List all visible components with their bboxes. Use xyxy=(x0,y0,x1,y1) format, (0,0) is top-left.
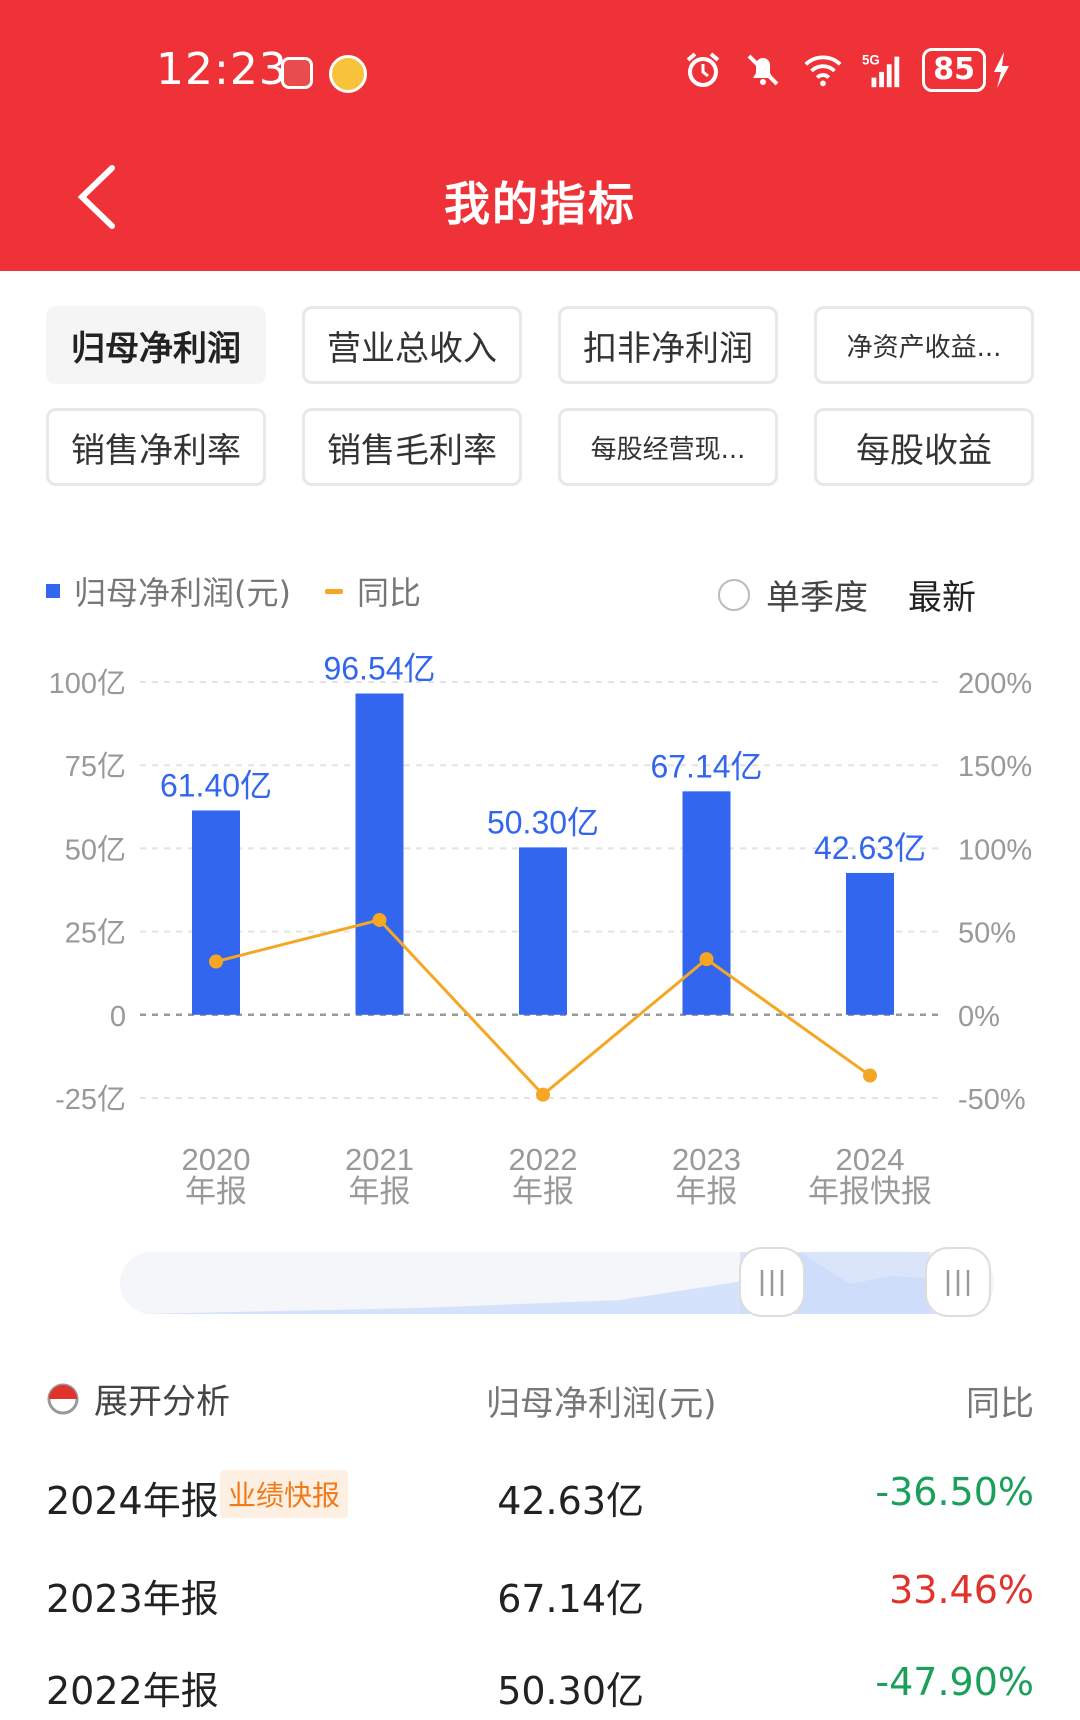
y-right-tick-label: 0% xyxy=(958,1001,1000,1033)
row-value: 67.14亿 xyxy=(497,1577,644,1621)
y-left-tick-label: 0 xyxy=(110,1001,126,1033)
x-tick-label: 年报 xyxy=(512,1174,574,1209)
row-value: 50.30亿 xyxy=(497,1669,644,1713)
x-tick-label: 2023 xyxy=(672,1142,741,1177)
row-year: 2024年报 xyxy=(46,1479,219,1523)
latest-button[interactable]: 最新 xyxy=(908,570,976,619)
y-left-tick-label: -25亿 xyxy=(55,1083,126,1116)
range-slider[interactable] xyxy=(120,1246,994,1318)
row-value: 42.63亿 xyxy=(497,1479,644,1523)
wifi-icon xyxy=(802,49,844,91)
x-tick-label: 2021 xyxy=(345,1142,414,1177)
y-left-tick-label: 25亿 xyxy=(65,917,126,950)
chip-eps[interactable]: 每股收益 xyxy=(814,408,1034,486)
x-tick-label: 2020 xyxy=(182,1142,251,1177)
y-right-tick-label: 50% xyxy=(958,918,1016,950)
chip-gross-margin[interactable]: 销售毛利率 xyxy=(302,408,522,486)
table-row[interactable]: 2024年报 业绩快报 42.63亿 -36.50% xyxy=(46,1470,1034,1530)
bar-value-label: 50.30亿 xyxy=(487,804,599,840)
slider-handle-right[interactable] xyxy=(925,1247,991,1317)
chip-roe[interactable]: 净资产收益... xyxy=(814,306,1034,384)
chip-operating-cashflow-per-share[interactable]: 每股经营现... xyxy=(558,408,778,486)
chart-legend: 归母净利润(元) 同比 xyxy=(46,568,421,614)
signal-5g-icon: 5G xyxy=(862,49,904,91)
net-profit-chart: 100亿 200% 75亿 150% 50亿 100% 25亿 50% 0 0% -25亿 -50% 6… xyxy=(49,651,1033,1209)
row-yoy: -36.50% xyxy=(875,1470,1034,1514)
yoy-point xyxy=(209,954,223,969)
status-time: 12:23 xyxy=(156,44,288,95)
x-tick-label: 年报 xyxy=(349,1174,411,1209)
battery-indicator: 85 xyxy=(922,48,1012,92)
yoy-point xyxy=(536,1087,550,1102)
chip-total-revenue[interactable]: 营业总收入 xyxy=(302,306,522,384)
mute-bell-icon xyxy=(742,49,784,91)
row-yoy: -47.90% xyxy=(875,1660,1034,1704)
single-quarter-label: 单季度 xyxy=(766,578,868,618)
y-right-tick-label: 150% xyxy=(958,751,1032,783)
yoy-point xyxy=(372,912,387,927)
expand-analysis[interactable]: 展开分析 xyxy=(46,1374,230,1423)
y-left-tick-label: 100亿 xyxy=(49,667,126,700)
x-tick-label: 2022 xyxy=(509,1142,578,1177)
x-tick-label: 2024 xyxy=(836,1142,905,1177)
page-title: 我的指标 xyxy=(444,177,636,231)
x-tick-label: 年报 xyxy=(185,1174,247,1209)
column-header-value: 归母净利润(元) xyxy=(486,1384,717,1424)
y-right-tick-label: -50% xyxy=(958,1084,1026,1116)
chip-net-profit-parent[interactable]: 归母净利润 xyxy=(46,306,266,384)
bar-value-label: 67.14亿 xyxy=(650,748,762,784)
slider-handle-left[interactable] xyxy=(739,1247,805,1317)
expand-analysis-label: 展开分析 xyxy=(94,1382,230,1422)
bar-value-label: 61.40亿 xyxy=(160,767,272,803)
legend-bar-label: 归母净利润(元) xyxy=(74,574,291,612)
row-badge: 业绩快报 xyxy=(220,1470,349,1518)
bar xyxy=(192,810,240,1015)
legend-line-swatch xyxy=(324,588,343,594)
charging-icon xyxy=(994,52,1009,88)
bar xyxy=(846,872,894,1015)
x-tick-label: 年报快报 xyxy=(808,1174,932,1209)
y-left-tick-label: 75亿 xyxy=(65,750,126,783)
chip-deducted-net-profit[interactable]: 扣非净利润 xyxy=(558,306,778,384)
bar xyxy=(519,847,567,1015)
yoy-point xyxy=(863,1068,877,1083)
pie-chart-icon xyxy=(47,1383,79,1414)
single-quarter-toggle[interactable]: 单季度 xyxy=(718,570,868,619)
y-left-tick-label: 50亿 xyxy=(65,833,126,866)
table-row[interactable]: 2023年报 67.14亿 33.46% xyxy=(46,1568,1034,1628)
bar-value-label: 42.63亿 xyxy=(814,830,926,866)
legend-line-label: 同比 xyxy=(356,574,421,612)
alarm-icon xyxy=(682,49,724,91)
bar-value-label: 96.54亿 xyxy=(323,651,435,687)
bar xyxy=(682,791,731,1015)
notification-app-icon xyxy=(281,57,313,89)
yoy-point xyxy=(699,952,714,967)
metric-chip-grid: 归母净利润 营业总收入 扣非净利润 净资产收益... 销售净利率 销售毛利率 每… xyxy=(46,306,1034,486)
column-header-yoy: 同比 xyxy=(966,1384,1034,1424)
y-right-tick-label: 100% xyxy=(958,834,1032,866)
row-yoy: 33.46% xyxy=(889,1568,1034,1612)
x-tick-label: 年报 xyxy=(676,1174,738,1209)
chip-net-margin[interactable]: 销售净利率 xyxy=(46,408,266,486)
notification-avatar-icon xyxy=(329,55,367,93)
row-year: 2022年报 xyxy=(46,1669,219,1713)
bar xyxy=(355,693,404,1015)
svg-text:5G: 5G xyxy=(862,52,880,67)
app-header: 12:23 5G 85 我的指标 xyxy=(0,0,1080,271)
status-icons: 5G 85 xyxy=(682,48,1012,92)
y-right-tick-label: 200% xyxy=(958,668,1032,700)
battery-level: 85 xyxy=(922,48,986,92)
radio-icon[interactable] xyxy=(718,578,750,611)
table-row[interactable]: 2022年报 50.30亿 -47.90% xyxy=(46,1660,1034,1720)
legend-bar-swatch xyxy=(46,584,60,598)
row-year: 2023年报 xyxy=(46,1577,219,1621)
